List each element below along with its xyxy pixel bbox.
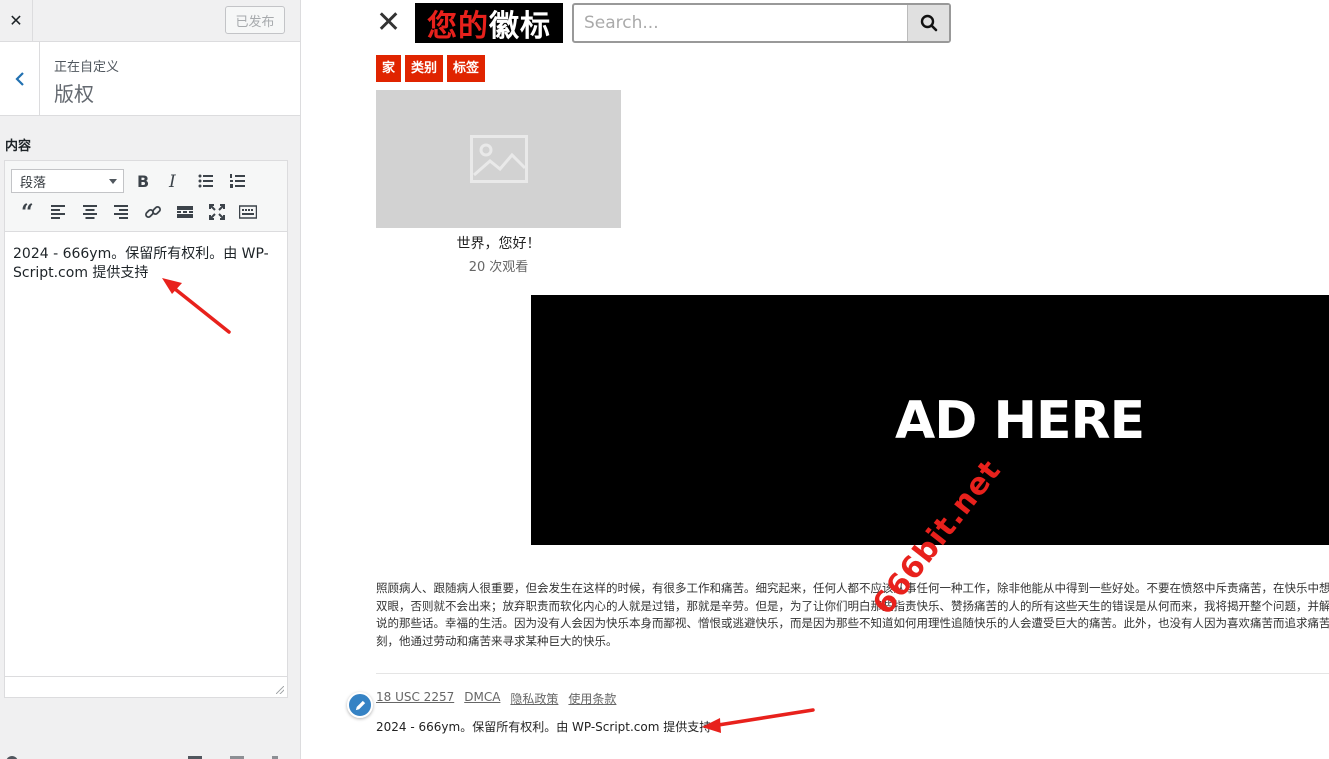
svg-text:B: B: [137, 172, 149, 190]
site-preview: ✕ 您的徽标 家 类别 标签 世界，您好！ 20次观看 AD HERE 照顾病人…: [301, 0, 1329, 759]
toolbar-toggle-icon[interactable]: [235, 199, 261, 225]
footer-link-terms[interactable]: 使用条款: [568, 690, 616, 707]
description-line: 说的那些话。幸福的生活。因为没有人会因为快乐本身而鄙视、憎恨或逃避快乐，而是因为…: [376, 616, 1329, 630]
customizer-sidebar: ✕ 已发布 正在自定义 版权 内容 段落 B I “ 2024 - 666ym。…: [0, 0, 301, 759]
format-select-value: 段落: [20, 175, 47, 191]
editor-content[interactable]: 2024 - 666ym。保留所有权利。由 WP-Script.com 提供支持: [13, 245, 283, 283]
main-nav: 家 类别 标签: [376, 55, 486, 82]
fullscreen-icon[interactable]: [204, 199, 230, 225]
content-label: 内容: [5, 139, 32, 154]
chevron-down-icon: [109, 179, 117, 184]
section-header: 正在自定义 版权: [0, 42, 300, 116]
ad-banner[interactable]: AD HERE: [531, 295, 1329, 545]
image-placeholder-icon: [469, 135, 528, 183]
read-more-icon[interactable]: [172, 199, 198, 225]
nav-item-home[interactable]: 家: [376, 55, 402, 82]
post-views: 20 次观看: [376, 256, 621, 275]
editor-toolbar: 段落 B I “: [5, 161, 287, 232]
copyright-text: 2024 - 666ym。保留所有权利。由 WP-Script.com 提供支持: [376, 720, 712, 734]
svg-text:I: I: [168, 172, 176, 190]
align-center-icon[interactable]: [77, 199, 103, 225]
search-icon: [920, 14, 937, 32]
close-icon[interactable]: ✕: [0, 0, 33, 41]
search-button[interactable]: [907, 5, 949, 41]
description-line: 刻，他通过劳动和痛苦来寻求某种巨大的快乐。: [376, 633, 618, 648]
views-count: 20: [468, 260, 486, 275]
chevron-left-icon[interactable]: [0, 42, 40, 115]
logo-part1: 您的: [427, 9, 489, 44]
rich-text-editor: 段落 B I “ 2024 - 666ym。保留所有权利。由 WP-Script…: [4, 160, 288, 698]
footer-divider: [376, 673, 1329, 674]
pencil-icon: [355, 700, 365, 710]
close-icon[interactable]: ✕: [376, 8, 402, 38]
description-line: 双眼，否则就不会出来；放弃职责而软化内心的人就是过错，那就是辛劳。但是，为了让你…: [376, 598, 1329, 613]
editor-resize-bar[interactable]: [5, 676, 287, 697]
search-input[interactable]: [574, 5, 907, 41]
nav-item-categories[interactable]: 类别: [405, 55, 444, 82]
ad-text: AD HERE: [895, 391, 1145, 451]
italic-icon[interactable]: I: [160, 168, 186, 194]
section-title: 版权: [54, 82, 94, 106]
description-line: 照顾病人、跟随病人很重要，但会发生在这样的时候，有很多工作和痛苦。细究起来，任何…: [376, 581, 1329, 595]
post-title[interactable]: 世界，您好！: [376, 233, 621, 253]
footer-link-2257[interactable]: 18 USC 2257: [376, 690, 454, 707]
format-select[interactable]: 段落: [11, 169, 124, 193]
customizing-label: 正在自定义: [54, 60, 120, 75]
align-left-icon[interactable]: [45, 199, 71, 225]
resize-grip-icon[interactable]: [276, 686, 284, 694]
numbered-list-icon[interactable]: [225, 168, 251, 194]
site-logo[interactable]: 您的 徽标: [415, 3, 563, 44]
edit-shortcut-button[interactable]: [347, 692, 373, 718]
footer-link-privacy[interactable]: 隐私政策: [510, 690, 558, 707]
logo-part2: 徽标: [489, 9, 551, 44]
nav-item-tags[interactable]: 标签: [447, 55, 486, 82]
svg-text:“: “: [21, 203, 34, 221]
link-icon[interactable]: [140, 199, 166, 225]
align-right-icon[interactable]: [108, 199, 134, 225]
customizer-footer: [0, 748, 300, 759]
footer-link-dmca[interactable]: DMCA: [464, 690, 500, 707]
footer-links: 18 USC 2257 DMCA 隐私政策 使用条款: [376, 690, 616, 707]
post-thumbnail[interactable]: [376, 90, 621, 228]
views-label: 次观看: [489, 260, 529, 275]
bold-icon[interactable]: B: [129, 168, 155, 194]
bullet-list-icon[interactable]: [193, 168, 219, 194]
site-description: 照顾病人、跟随病人很重要，但会发生在这样的时候，有很多工作和痛苦。细究起来，任何…: [376, 580, 1329, 650]
customizer-header: ✕ 已发布: [0, 0, 300, 42]
blockquote-icon[interactable]: “: [16, 199, 42, 225]
search-box: [572, 3, 951, 43]
publish-button[interactable]: 已发布: [225, 6, 285, 34]
